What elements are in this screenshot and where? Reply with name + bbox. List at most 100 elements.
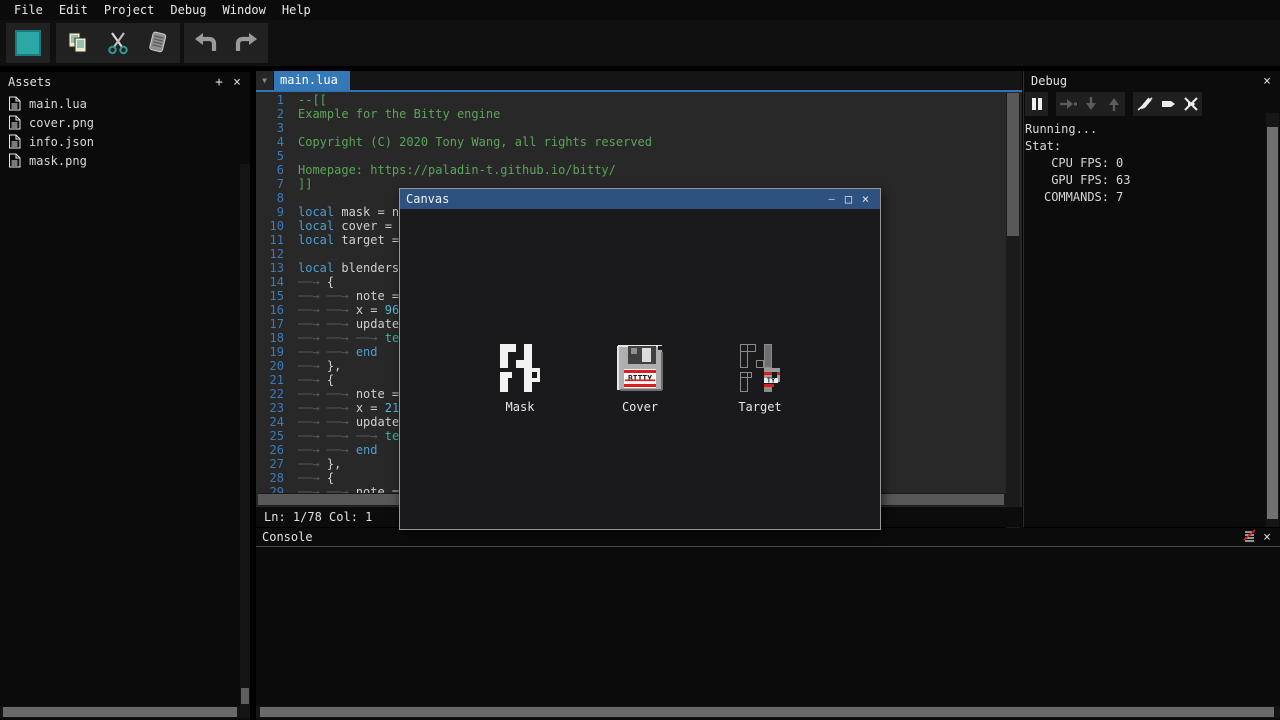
breakpoint-button[interactable] <box>1157 93 1178 115</box>
line-number: 29 <box>256 485 290 493</box>
add-asset-button[interactable]: + <box>210 75 228 90</box>
undo-icon <box>193 30 219 56</box>
asset-item-main-lua[interactable]: main.lua <box>0 94 250 113</box>
editor-vertical-scrollbar[interactable] <box>1006 93 1020 562</box>
stat-label: CPU FPS: <box>1025 155 1109 172</box>
eraser-icon <box>145 30 171 56</box>
menu-window[interactable]: Window <box>215 3 274 17</box>
assets-horizontal-scroll-thumb[interactable] <box>3 707 237 717</box>
console-horizontal-scrollbar[interactable] <box>256 706 1280 718</box>
clear-console-button[interactable] <box>1240 529 1258 546</box>
asset-item-info-json[interactable]: info.json <box>0 132 250 151</box>
debug-panel: Debug × <box>1023 71 1280 527</box>
sprite-label: Cover <box>592 400 688 414</box>
clear-log-icon <box>1243 529 1256 542</box>
menu-edit[interactable]: Edit <box>51 3 96 17</box>
code-text: ──→ ──→ end <box>290 345 378 359</box>
canvas-sprite-target: TYTarget <box>712 344 808 414</box>
code-text: Copyright (C) 2020 Tony Wang, all rights… <box>290 135 652 149</box>
code-text: ──→ ──→ note = <box>290 289 406 303</box>
line-number: 25 <box>256 429 290 443</box>
code-text: ──→ ──→ note = <box>290 485 406 493</box>
debug-group-pause <box>1025 92 1048 116</box>
debug-stat-list: CPU FPS:0GPU FPS:63COMMANDS:7 <box>1025 155 1264 206</box>
assets-horizontal-scrollbar[interactable] <box>0 706 250 718</box>
copy-icon <box>65 30 91 56</box>
stat-value: 7 <box>1116 189 1123 206</box>
code-text <box>290 191 298 205</box>
svg-text:BITTY: BITTY <box>628 374 652 383</box>
debug-vertical-scroll-thumb[interactable] <box>1267 127 1278 519</box>
toolbar-group-history <box>184 23 268 63</box>
line-number: 6 <box>256 163 290 177</box>
line-number: 17 <box>256 317 290 331</box>
canvas-sprite-mask: Mask <box>472 344 568 414</box>
asset-item-cover-png[interactable]: cover.png <box>0 113 250 132</box>
asset-list: main.lua cover.png info.json mask.png <box>0 92 250 170</box>
cut-button[interactable] <box>100 25 136 61</box>
run-button[interactable] <box>10 25 46 61</box>
menu-file[interactable]: File <box>6 3 51 17</box>
pause-icon <box>1030 97 1044 111</box>
eraser-button[interactable] <box>140 25 176 61</box>
line-number: 15 <box>256 289 290 303</box>
line-number: 23 <box>256 401 290 415</box>
assets-vertical-scrollbar[interactable] <box>240 164 250 706</box>
debug-close-button[interactable]: × <box>1258 74 1276 89</box>
stat-value: 63 <box>1116 172 1130 189</box>
redo-button[interactable] <box>228 25 264 61</box>
menu-help[interactable]: Help <box>274 3 319 17</box>
line-number: 20 <box>256 359 290 373</box>
canvas-viewport: Mask BITTY Cover TYTarget <box>400 209 880 529</box>
line-number: 21 <box>256 373 290 387</box>
code-line[interactable]: 6Homepage: https://paladin-t.github.io/b… <box>256 163 1006 177</box>
toolbar-group-run <box>6 23 50 63</box>
code-text: --[[ <box>290 93 327 107</box>
console-horizontal-scroll-thumb[interactable] <box>260 707 1274 717</box>
code-line[interactable]: 3 <box>256 121 1006 135</box>
edit-breakpoints-button[interactable] <box>1134 93 1155 115</box>
tab-main-lua[interactable]: main.lua <box>274 71 350 90</box>
code-text: ──→ }, <box>290 457 341 471</box>
file-icon <box>8 153 21 168</box>
code-line[interactable]: 4Copyright (C) 2020 Tony Wang, all right… <box>256 135 1006 149</box>
target-icon: TY <box>736 344 784 392</box>
close-icon[interactable]: × <box>857 192 874 206</box>
asset-filename: cover.png <box>29 116 94 130</box>
file-icon <box>8 96 21 111</box>
debug-toolbar <box>1025 92 1202 116</box>
undo-button[interactable] <box>188 25 224 61</box>
assets-vertical-scroll-thumb[interactable] <box>241 688 249 704</box>
code-line[interactable]: 2Example for the Bitty engine <box>256 107 1006 121</box>
console-panel: Console × <box>256 528 1280 720</box>
line-number: 28 <box>256 471 290 485</box>
asset-item-mask-png[interactable]: mask.png <box>0 151 250 170</box>
assets-close-button[interactable]: × <box>228 75 246 90</box>
maximize-icon[interactable]: □ <box>840 192 857 206</box>
minimize-icon[interactable]: — <box>823 194 840 205</box>
tab-list-dropdown-button[interactable]: ▼ <box>256 71 273 90</box>
redo-icon <box>233 30 259 56</box>
menu-project[interactable]: Project <box>96 3 163 17</box>
asset-filename: main.lua <box>29 97 87 111</box>
copy-button[interactable] <box>60 25 96 61</box>
stat-row: CPU FPS:0 <box>1025 155 1264 172</box>
code-text: ──→ { <box>290 471 334 485</box>
step-into-button <box>1080 93 1101 115</box>
clear-breakpoints-button[interactable] <box>1180 93 1201 115</box>
canvas-title-bar[interactable]: Canvas — □ × <box>400 189 880 209</box>
canvas-window: Canvas — □ × Mask BITTY Cover TYTarget <box>399 188 881 530</box>
code-line[interactable]: 1--[[ <box>256 93 1006 107</box>
debug-title: Debug <box>1031 74 1258 88</box>
code-line[interactable]: 5 <box>256 149 1006 163</box>
debug-vertical-scrollbar[interactable] <box>1266 113 1279 527</box>
pause-button[interactable] <box>1026 93 1047 115</box>
code-text: ──→ { <box>290 373 334 387</box>
menu-debug[interactable]: Debug <box>162 3 214 17</box>
console-close-button[interactable]: × <box>1258 530 1276 545</box>
canvas-sprite-cover: BITTY Cover <box>592 344 688 414</box>
code-text: local mask = nil <box>290 205 414 219</box>
bitty-engine-window: File Edit Project Debug Window Help <box>0 0 1280 720</box>
asset-filename: info.json <box>29 135 94 149</box>
editor-vertical-scroll-thumb[interactable] <box>1007 93 1019 236</box>
